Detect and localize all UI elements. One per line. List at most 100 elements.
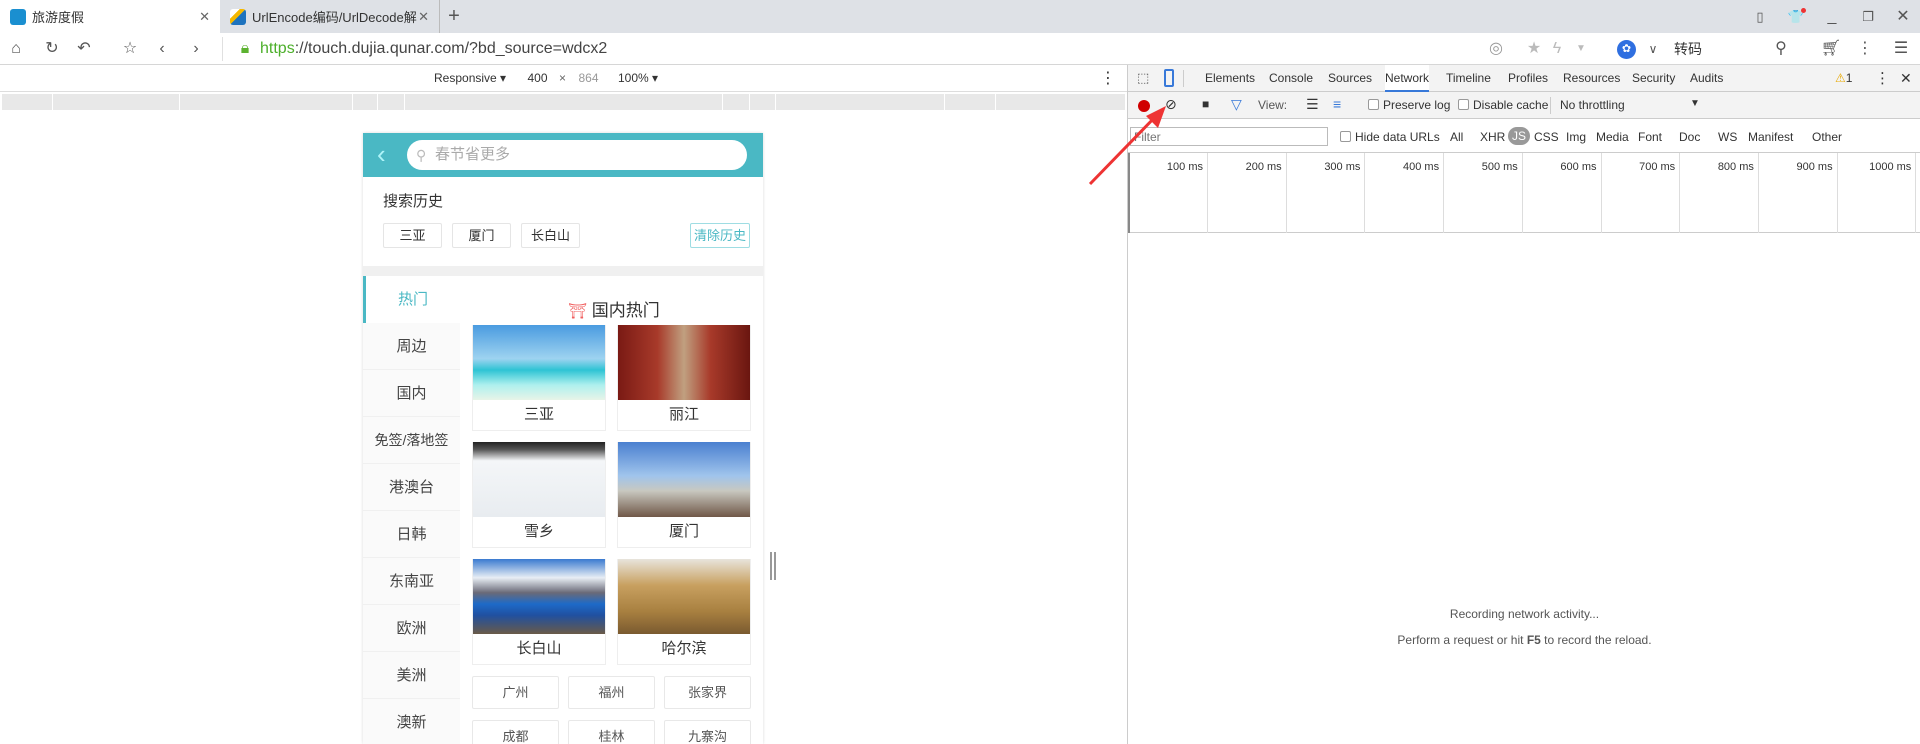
location-icon[interactable]: ◎: [1484, 33, 1508, 65]
capture-screenshots-icon[interactable]: ■: [1202, 97, 1209, 111]
filter-js[interactable]: JS: [1508, 127, 1531, 145]
timeline-tick-label: 600 ms: [1560, 161, 1597, 173]
sidebar-item-europe[interactable]: 欧洲: [363, 605, 460, 652]
destination-card[interactable]: 哈尔滨: [617, 559, 751, 665]
history-chip[interactable]: 厦门: [452, 223, 511, 248]
sidebar-item-japan-korea[interactable]: 日韩: [363, 511, 460, 558]
destination-card[interactable]: 雪乡: [472, 442, 606, 548]
lightning-icon[interactable]: ϟ: [1545, 33, 1569, 65]
tab-urlencode[interactable]: UrlEncode编码/UrlDecode解 ✕: [220, 0, 440, 33]
city-chip[interactable]: 福州: [568, 676, 655, 709]
filter-media[interactable]: Media: [1596, 130, 1629, 144]
filter-all[interactable]: All: [1450, 130, 1463, 144]
tab-travel[interactable]: 旅游度假 ✕: [0, 0, 220, 33]
media-query-ruler[interactable]: [0, 92, 1127, 110]
forward-icon[interactable]: ›: [184, 33, 208, 65]
sidebar-item-oceania[interactable]: 澳新: [363, 699, 460, 744]
cart-icon[interactable]: 🛒︎: [1819, 33, 1843, 65]
dropdown-caret-icon[interactable]: ▼: [1569, 33, 1593, 65]
warning-counter[interactable]: ⚠1: [1835, 65, 1852, 92]
reload-icon[interactable]: ↻: [40, 33, 64, 65]
tab-audits[interactable]: Audits: [1690, 65, 1723, 92]
destination-card[interactable]: 丽江: [617, 325, 751, 431]
destination-card[interactable]: 三亚: [472, 325, 606, 431]
search-input[interactable]: ⚲ 春节省更多: [407, 140, 747, 170]
device-toggle-icon[interactable]: [1164, 69, 1174, 87]
city-chip[interactable]: 九寨沟: [664, 720, 751, 744]
preserve-log-checkbox[interactable]: Preserve log: [1368, 98, 1450, 112]
more-options-icon[interactable]: ⋮: [1100, 65, 1116, 92]
filter-font[interactable]: Font: [1638, 130, 1662, 144]
timeline-overview[interactable]: 100 ms 200 ms 300 ms 400 ms 500 ms 600 ms 700 …: [1128, 153, 1920, 233]
transcode-button[interactable]: 转码: [1674, 33, 1702, 65]
tab-sources[interactable]: Sources: [1328, 65, 1372, 92]
device-mode-select[interactable]: Responsive ▾: [434, 65, 506, 92]
vibrate-icon[interactable]: ▯: [1748, 0, 1772, 33]
filter-ws[interactable]: WS: [1718, 130, 1737, 144]
baidu-paw-icon[interactable]: ✿: [1617, 40, 1636, 59]
sidebar-item-hk-macau-taiwan[interactable]: 港澳台: [363, 464, 460, 511]
city-chip[interactable]: 成都: [472, 720, 559, 744]
tab-elements[interactable]: Elements: [1205, 65, 1255, 92]
destination-card[interactable]: 长白山: [472, 559, 606, 665]
search-placeholder: 春节省更多: [435, 146, 511, 163]
chevron-down-icon[interactable]: ∨: [1641, 33, 1665, 65]
tab-resources[interactable]: Resources: [1563, 65, 1620, 92]
preserve-log-label: Preserve log: [1383, 98, 1451, 112]
bookmark-star-icon[interactable]: ☆: [118, 33, 142, 65]
filter-xhr[interactable]: XHR: [1480, 130, 1505, 144]
sidebar-item-domestic[interactable]: 国内: [363, 370, 460, 417]
zoom-select[interactable]: 100% ▾: [618, 65, 658, 92]
sidebar-item-visa-free[interactable]: 免签/落地签: [363, 417, 460, 464]
tab-console[interactable]: Console: [1269, 65, 1313, 92]
destination-card[interactable]: 厦门: [617, 442, 751, 548]
skin-icon[interactable]: 👕: [1784, 0, 1808, 33]
sidebar-item-nearby[interactable]: 周边: [363, 323, 460, 370]
tab-network[interactable]: Network: [1385, 65, 1430, 92]
city-chip[interactable]: 广州: [472, 676, 559, 709]
large-rows-icon[interactable]: ☰: [1306, 96, 1319, 113]
city-chip[interactable]: 桂林: [568, 720, 655, 744]
inspect-element-icon[interactable]: ⬚: [1137, 70, 1149, 86]
url-field[interactable]: https://touch.dujia.qunar.com/?bd_source…: [260, 33, 607, 65]
resize-handle[interactable]: [770, 552, 776, 580]
history-chip[interactable]: 三亚: [383, 223, 442, 248]
throttling-select[interactable]: No throttling ▼: [1560, 98, 1710, 112]
filter-other[interactable]: Other: [1812, 130, 1842, 144]
close-tab-icon[interactable]: ✕: [418, 9, 429, 25]
close-devtools-icon[interactable]: ✕: [1900, 65, 1912, 92]
sidebar-item-americas[interactable]: 美洲: [363, 652, 460, 699]
filter-doc[interactable]: Doc: [1679, 130, 1700, 144]
viewport-height-input[interactable]: 864: [572, 68, 605, 89]
history-chip[interactable]: 长白山: [521, 223, 580, 248]
menu-icon[interactable]: ☰: [1889, 33, 1913, 65]
tab-security[interactable]: Security: [1632, 65, 1675, 92]
city-chip[interactable]: 张家界: [664, 676, 751, 709]
devtools-menu-icon[interactable]: ⋮: [1875, 65, 1890, 92]
disable-cache-checkbox[interactable]: Disable cache: [1458, 98, 1548, 112]
home-icon[interactable]: ⌂: [4, 33, 28, 65]
waterfall-overview-icon[interactable]: ≡: [1333, 96, 1341, 112]
filter-css[interactable]: CSS: [1534, 130, 1559, 144]
filter-img[interactable]: Img: [1566, 130, 1586, 144]
filter-manifest[interactable]: Manifest: [1748, 130, 1793, 144]
close-tab-icon[interactable]: ✕: [199, 9, 210, 25]
new-tab-icon[interactable]: +: [442, 0, 466, 33]
undo-icon[interactable]: ↶: [72, 33, 96, 65]
sidebar-item-southeast-asia[interactable]: 东南亚: [363, 558, 460, 605]
more-vertical-icon[interactable]: ⋮: [1853, 33, 1877, 65]
filter-icon[interactable]: ▽: [1231, 96, 1242, 113]
back-icon[interactable]: ‹: [150, 33, 174, 65]
search-icon[interactable]: ⚲: [1769, 33, 1793, 65]
viewport-width-input[interactable]: 400: [521, 68, 554, 89]
close-window-icon[interactable]: ✕: [1891, 0, 1915, 33]
tab-timeline[interactable]: Timeline: [1446, 65, 1491, 92]
hide-data-urls-checkbox[interactable]: Hide data URLs: [1340, 130, 1440, 144]
back-arrow-icon[interactable]: ‹: [377, 137, 386, 171]
restore-icon[interactable]: ❐: [1856, 0, 1880, 33]
favorite-star-icon[interactable]: ★: [1522, 33, 1546, 65]
sidebar-item-hot[interactable]: 热门: [363, 276, 460, 323]
minimize-icon[interactable]: _: [1820, 0, 1844, 33]
clear-history-button[interactable]: 清除历史: [690, 223, 750, 248]
tab-profiles[interactable]: Profiles: [1508, 65, 1548, 92]
